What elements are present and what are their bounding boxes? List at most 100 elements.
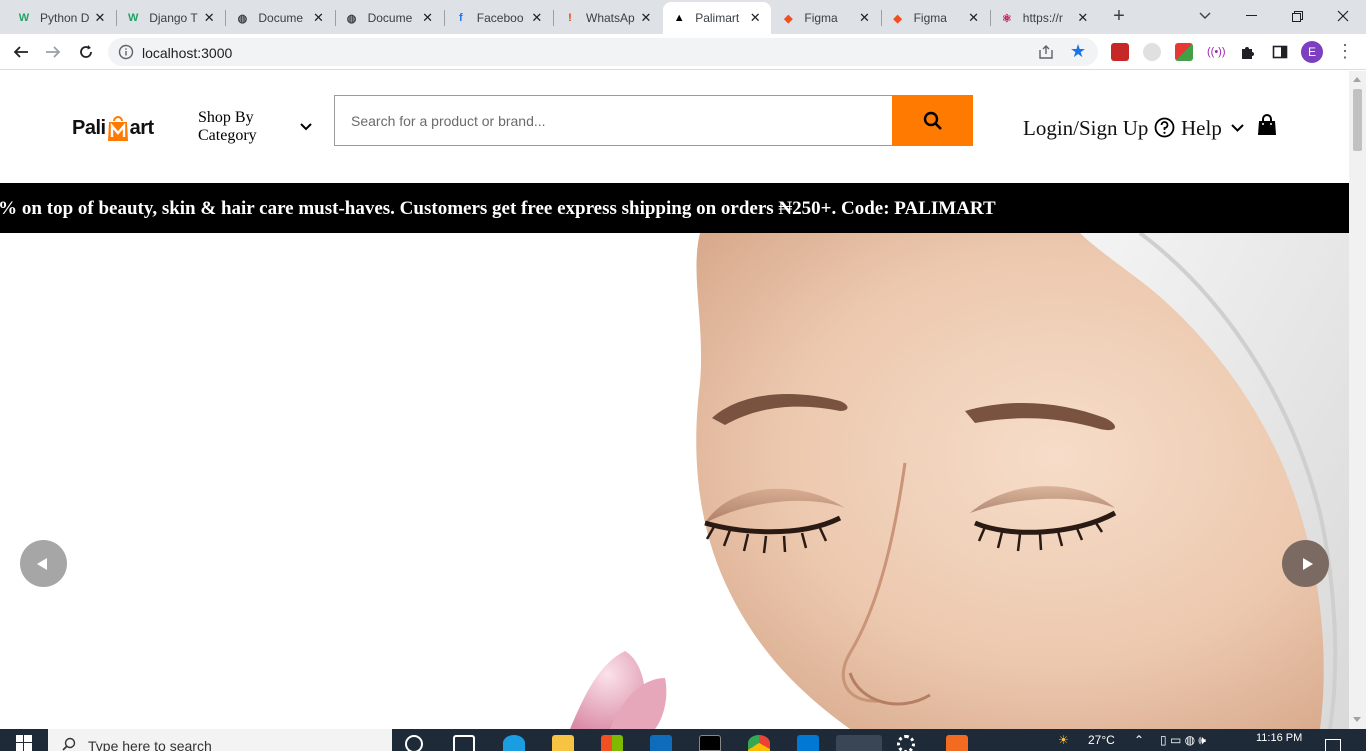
tab-separator bbox=[443, 10, 445, 26]
facebook-icon: f bbox=[458, 12, 463, 24]
search-icon bbox=[923, 111, 942, 130]
puzzle-extensions-icon[interactable] bbox=[1239, 43, 1257, 61]
close-tab-icon[interactable]: ✕ bbox=[1075, 10, 1091, 26]
tab-separator bbox=[116, 10, 118, 26]
tray-icons[interactable]: ▯ ▭ ◍ 🕪 bbox=[1160, 733, 1206, 748]
chevron-up-icon[interactable]: ⌃ bbox=[1134, 733, 1144, 747]
browser-tab-strip: W Python D ✕ W Django T ✕ ◍ Docume ✕ ◍ Docume ✕ f Fac… bbox=[0, 0, 1366, 34]
search-button[interactable] bbox=[892, 95, 973, 146]
restore-button[interactable] bbox=[1274, 0, 1320, 32]
browser-tab[interactable]: ▲ Palimart ✕ bbox=[663, 2, 772, 34]
search-input[interactable] bbox=[335, 96, 893, 145]
login-signup-link[interactable]: Login/Sign Up bbox=[1023, 116, 1148, 141]
close-tab-icon[interactable]: ✕ bbox=[966, 10, 982, 26]
w-icon: W bbox=[127, 12, 139, 24]
taskbar-search-box[interactable]: Type here to search bbox=[48, 729, 392, 751]
forward-button[interactable] bbox=[40, 39, 66, 65]
notification-icon[interactable] bbox=[1325, 739, 1341, 751]
task-view-icon[interactable] bbox=[453, 735, 475, 751]
weather-icon[interactable]: ☀ bbox=[1058, 733, 1069, 747]
tab-title: WhatsAp bbox=[586, 11, 635, 25]
close-tab-icon[interactable]: ✕ bbox=[420, 10, 436, 26]
browser-tab[interactable]: W Django T ✕ bbox=[117, 2, 225, 34]
address-bar[interactable]: localhost:3000 ★ bbox=[108, 38, 1098, 66]
share-icon[interactable] bbox=[1038, 44, 1054, 60]
chrome-active-icon[interactable] bbox=[836, 735, 882, 751]
shop-by-category-dropdown[interactable]: Shop By Category bbox=[198, 109, 257, 145]
search-bar bbox=[334, 95, 893, 146]
side-panel-icon[interactable] bbox=[1271, 43, 1289, 61]
tab-title: Python D bbox=[40, 11, 90, 25]
close-tab-icon[interactable]: ✕ bbox=[638, 10, 654, 26]
new-tab-button[interactable]: + bbox=[1108, 6, 1130, 28]
palimart-logo[interactable]: Pali art bbox=[72, 111, 154, 145]
edge-icon[interactable] bbox=[503, 735, 525, 751]
carousel-prev-button[interactable] bbox=[20, 540, 67, 587]
scroll-down-arrow-icon[interactable] bbox=[1353, 717, 1361, 722]
logo-text-right: art bbox=[129, 116, 155, 139]
category-label-line1: Shop By bbox=[198, 109, 254, 126]
question-circle-icon[interactable] bbox=[1154, 117, 1175, 138]
browser-tab[interactable]: ◆ Figma ✕ bbox=[772, 2, 880, 34]
reload-button[interactable] bbox=[73, 39, 99, 65]
tab-search-chevron-icon[interactable] bbox=[1182, 0, 1228, 32]
chevron-down-icon[interactable] bbox=[298, 119, 314, 135]
hero-face-image bbox=[570, 233, 1349, 729]
close-window-button[interactable] bbox=[1320, 0, 1366, 32]
browser-tab[interactable]: ◍ Docume ✕ bbox=[226, 2, 334, 34]
tab-title: Palimart bbox=[695, 11, 740, 25]
logo-text-left: Pali bbox=[72, 116, 106, 139]
xampp-icon[interactable] bbox=[946, 735, 968, 751]
shopping-bag-cart-icon[interactable] bbox=[1257, 114, 1277, 136]
chevron-down-icon[interactable] bbox=[1230, 120, 1245, 135]
extension-icon[interactable] bbox=[1111, 43, 1129, 61]
cortana-icon[interactable] bbox=[405, 735, 423, 751]
terminal-icon[interactable] bbox=[699, 735, 721, 751]
browser-tab[interactable]: ◍ Docume ✕ bbox=[336, 2, 444, 34]
close-tab-icon[interactable]: ✕ bbox=[747, 10, 763, 26]
profile-avatar[interactable]: E bbox=[1301, 41, 1323, 63]
shopping-bag-logo-icon bbox=[107, 116, 128, 141]
help-menu[interactable]: Help bbox=[1181, 116, 1222, 141]
close-tab-icon[interactable]: ✕ bbox=[856, 10, 872, 26]
browser-tab[interactable]: ⚛ https://r ✕ bbox=[991, 2, 1099, 34]
extension-icon[interactable] bbox=[1143, 43, 1161, 61]
browser-tab[interactable]: ◆ Figma ✕ bbox=[882, 2, 990, 34]
promo-banner: e 20% on top of beauty, skin & hair care… bbox=[0, 183, 1349, 233]
close-tab-icon[interactable]: ✕ bbox=[92, 10, 108, 26]
scroll-up-arrow-icon[interactable] bbox=[1353, 77, 1361, 82]
chrome-icon[interactable] bbox=[748, 735, 770, 751]
tab-title: Faceboo bbox=[476, 11, 524, 25]
browser-menu-icon[interactable]: ⋮ bbox=[1336, 41, 1354, 61]
react-icon: ⚛ bbox=[1001, 12, 1012, 25]
browser-tab[interactable]: ! WhatsAp ✕ bbox=[554, 2, 662, 34]
extension-icon[interactable] bbox=[1175, 43, 1193, 61]
site-info-icon[interactable] bbox=[118, 44, 134, 60]
search-icon bbox=[62, 737, 76, 751]
tab-separator bbox=[553, 10, 554, 26]
tab-separator bbox=[225, 10, 227, 26]
category-label-line2: Category bbox=[198, 127, 257, 144]
bookmark-star-icon[interactable]: ★ bbox=[1070, 42, 1086, 60]
settings-gear-icon[interactable] bbox=[897, 735, 915, 751]
file-explorer-icon[interactable] bbox=[552, 735, 574, 751]
close-tab-icon[interactable]: ✕ bbox=[201, 10, 217, 26]
alert-icon: ! bbox=[568, 12, 572, 24]
mail-icon[interactable] bbox=[650, 735, 672, 751]
browser-tab[interactable]: f Faceboo ✕ bbox=[445, 2, 553, 34]
store-icon[interactable] bbox=[601, 735, 623, 751]
scrollbar-thumb[interactable] bbox=[1353, 89, 1362, 151]
clock-time[interactable]: 11:16 PM bbox=[1256, 732, 1302, 744]
minimize-button[interactable] bbox=[1228, 0, 1274, 32]
browser-tab[interactable]: W Python D ✕ bbox=[8, 2, 116, 34]
back-button[interactable] bbox=[8, 39, 34, 65]
page-scrollbar[interactable] bbox=[1349, 71, 1366, 729]
close-tab-icon[interactable]: ✕ bbox=[310, 10, 326, 26]
radio-extension-icon[interactable]: ((•)) bbox=[1207, 43, 1226, 61]
vscode-icon[interactable] bbox=[797, 735, 819, 751]
close-tab-icon[interactable]: ✕ bbox=[529, 10, 545, 26]
carousel-next-button[interactable] bbox=[1282, 540, 1329, 587]
tab-separator bbox=[334, 10, 336, 26]
windows-start-icon[interactable] bbox=[16, 735, 32, 751]
temperature-text[interactable]: 27°C bbox=[1088, 733, 1115, 747]
